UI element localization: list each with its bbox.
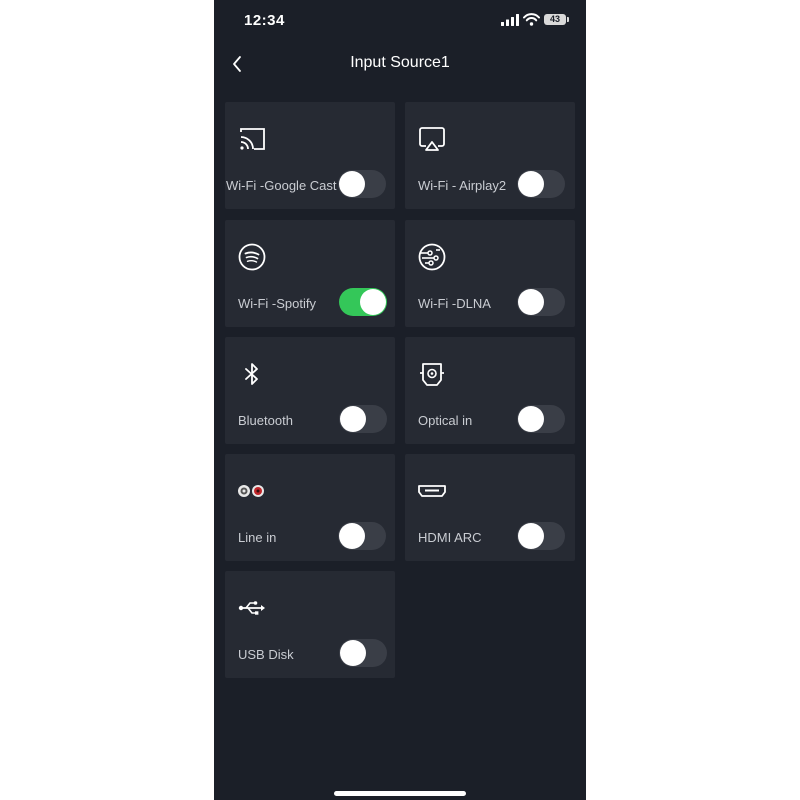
source-card-bluetooth: Bluetooth [225, 337, 395, 444]
cast-icon [240, 128, 265, 150]
battery-indicator: 43 [544, 14, 566, 25]
status-bar: 12:34 43 [214, 0, 586, 42]
phone-screen: 12:34 43 Input Source1 Wi-Fi -Google Cas… [214, 0, 586, 800]
header: Input Source1 [214, 44, 586, 84]
usb-disk-toggle[interactable] [339, 639, 387, 667]
usb-icon [238, 601, 265, 615]
google-cast-toggle[interactable] [338, 170, 386, 198]
home-indicator[interactable] [334, 791, 466, 796]
dlna-toggle[interactable] [517, 288, 565, 316]
bluetooth-icon [245, 363, 258, 385]
page-title: Input Source1 [350, 54, 450, 71]
status-time: 12:34 [244, 12, 285, 29]
source-label: Line in [238, 530, 277, 545]
toggle-knob [518, 289, 544, 315]
toggle-knob [518, 171, 544, 197]
toggle-knob [518, 523, 544, 549]
spotify-toggle[interactable] [339, 288, 387, 316]
source-card-line-in: Line in [225, 454, 395, 561]
toggle-knob [360, 289, 386, 315]
rca-line-in-icon [238, 485, 264, 497]
optical-in-toggle[interactable] [517, 405, 565, 433]
source-card-dlna: Wi-Fi -DLNA [405, 220, 575, 327]
source-card-google-cast: Wi-Fi -Google Cast [225, 102, 395, 209]
source-label: HDMI ARC [418, 530, 482, 545]
source-label: Wi-Fi -Spotify [238, 296, 316, 311]
source-card-hdmi-arc: HDMI ARC [405, 454, 575, 561]
cellular-signal-icon [501, 14, 519, 26]
source-label: Wi-Fi -Google Cast [226, 178, 337, 193]
source-label: Optical in [418, 413, 473, 428]
hdmi-icon [418, 485, 446, 497]
source-card-spotify: Wi-Fi -Spotify [225, 220, 395, 327]
wifi-status-icon [523, 13, 540, 26]
toggle-knob [339, 171, 365, 197]
spotify-icon [238, 243, 266, 271]
source-label: USB Disk [238, 647, 294, 662]
battery-tip [567, 17, 569, 22]
line-in-toggle[interactable] [338, 522, 386, 550]
toggle-knob [518, 406, 544, 432]
source-card-usb-disk: USB Disk [225, 571, 395, 678]
dlna-icon [418, 243, 446, 271]
toggle-knob [339, 523, 365, 549]
airplay2-toggle[interactable] [517, 170, 565, 198]
toggle-knob [340, 640, 366, 666]
optical-icon [420, 363, 444, 386]
airplay-icon [419, 127, 445, 151]
bluetooth-toggle[interactable] [339, 405, 387, 433]
source-label: Wi-Fi - Airplay2 [418, 178, 507, 193]
source-label: Wi-Fi -DLNA [418, 296, 491, 311]
source-label: Bluetooth [238, 413, 293, 428]
source-card-airplay2: Wi-Fi - Airplay2 [405, 102, 575, 209]
source-card-optical-in: Optical in [405, 337, 575, 444]
hdmi-arc-toggle[interactable] [517, 522, 565, 550]
toggle-knob [340, 406, 366, 432]
